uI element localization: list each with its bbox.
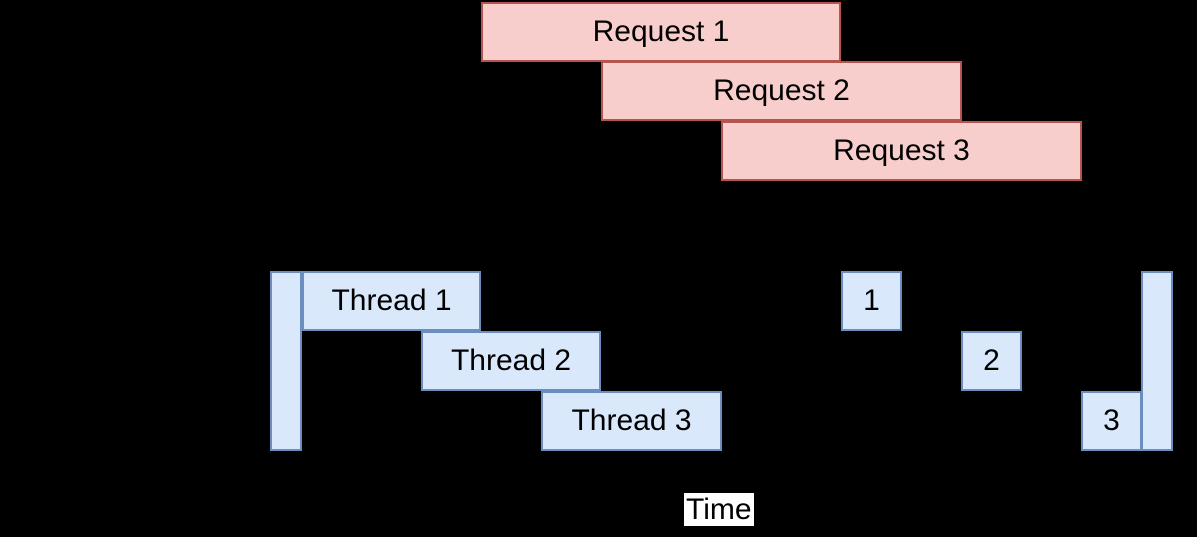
thread-bar-3: Thread 3 [541, 391, 722, 451]
request-bar-1: Request 1 [481, 2, 841, 62]
completion-marker-3: 3 [1081, 391, 1142, 451]
completion-marker-3-label: 3 [1103, 404, 1120, 437]
request-bar-2: Request 2 [601, 61, 962, 121]
diagram-canvas: Request 1 Request 2 Request 3 Thread 1 T… [0, 0, 1197, 537]
request-bar-3: Request 3 [721, 121, 1082, 181]
thread-bar-3-label: Thread 3 [571, 404, 692, 437]
time-axis-label: Time [684, 493, 754, 526]
request-bar-3-label: Request 3 [833, 134, 970, 167]
thread-bar-1-label: Thread 1 [331, 284, 452, 317]
thread-bar-2: Thread 2 [421, 331, 601, 391]
left-rail [270, 271, 302, 451]
request-bar-1-label: Request 1 [592, 15, 730, 48]
completion-marker-1-label: 1 [863, 284, 880, 317]
right-rail [1141, 271, 1173, 451]
completion-marker-2-label: 2 [983, 344, 1000, 377]
thread-bar-1: Thread 1 [302, 271, 481, 331]
completion-marker-2: 2 [961, 331, 1022, 391]
request-bar-2-label: Request 2 [713, 74, 850, 107]
completion-marker-1: 1 [841, 271, 902, 331]
thread-bar-2-label: Thread 2 [450, 344, 572, 377]
